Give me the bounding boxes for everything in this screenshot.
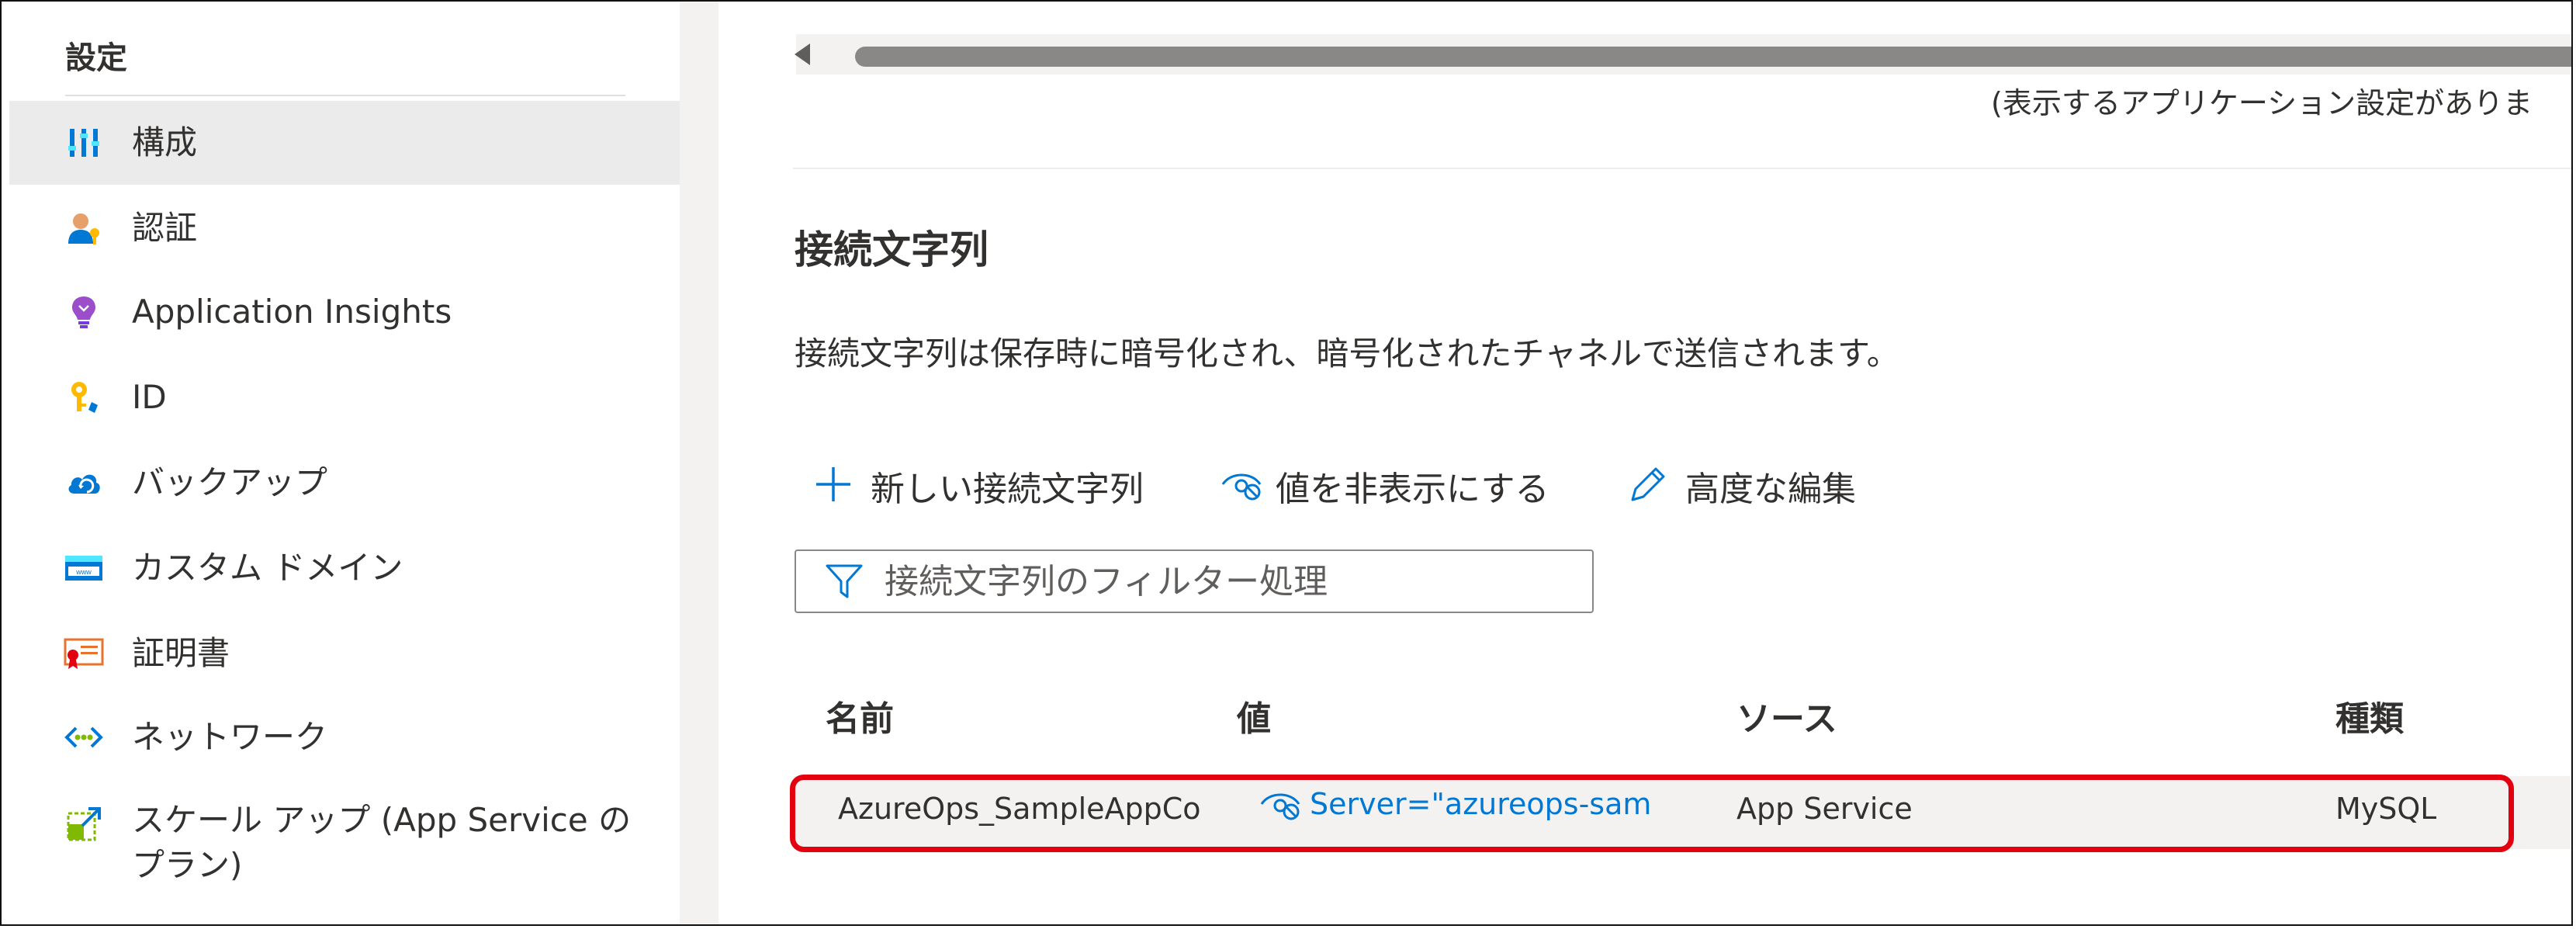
sidebar-divider — [65, 95, 625, 96]
sidebar-item-label: ネットワーク — [132, 718, 328, 756]
sidebar-item-label: 認証 — [132, 209, 198, 247]
section-title: 接続文字列 — [795, 227, 989, 272]
sidebar-item-configuration[interactable]: 構成 — [9, 101, 680, 185]
cell-value-text: Server="azureops-sampleap — [1310, 787, 1650, 821]
toolbar-label: 値を非表示にする — [1276, 470, 1549, 509]
section-description: 接続文字列は保存時に暗号化され、暗号化されたチャネルで送信されます。 — [795, 335, 1899, 373]
sidebar-item-certificate[interactable]: 証明書 — [9, 612, 680, 695]
sidebar-item-network[interactable]: ネットワーク — [9, 695, 680, 779]
certificate-icon — [64, 633, 104, 674]
scroll-left-icon[interactable] — [795, 43, 810, 65]
sidebar-item-label: バックアップ — [132, 463, 328, 501]
settings-sidebar: 設定 構成 認証 Application Insights ID バックアップ … — [2, 2, 680, 924]
custom-domain-icon: www — [64, 548, 104, 588]
sidebar-item-custom-domain[interactable]: www カスタム ドメイン — [9, 526, 680, 610]
column-header-name[interactable]: 名前 — [826, 691, 894, 740]
cell-source: App Service — [1736, 792, 1913, 826]
window-frame: 設定 構成 認証 Application Insights ID バックアップ … — [0, 0, 2573, 926]
sidebar-gutter — [680, 2, 718, 924]
sidebar-item-backup[interactable]: バックアップ — [9, 441, 680, 525]
hide-values-button[interactable]: 値を非表示にする — [1221, 458, 1549, 514]
sidebar-item-label: カスタム ドメイン — [132, 549, 403, 587]
sidebar-item-authentication[interactable]: 認証 — [9, 186, 680, 270]
sidebar-item-label: スケール アップ (App Service のプラン) — [132, 801, 632, 884]
sidebar-item-identity[interactable]: ID — [9, 355, 680, 439]
cell-value[interactable]: Server="azureops-sampleap — [1260, 787, 1650, 821]
sidebar-item-label: Application Insights — [132, 293, 452, 331]
filter-icon — [824, 561, 864, 601]
add-icon — [813, 464, 853, 508]
column-header-value[interactable]: 値 — [1237, 691, 1271, 740]
section-divider — [793, 168, 2571, 169]
eye-hide-icon — [1221, 467, 1265, 504]
application-insights-icon — [64, 292, 104, 332]
svg-text:www: www — [75, 568, 92, 576]
sidebar-item-label: 構成 — [132, 123, 198, 161]
backup-icon — [64, 463, 104, 503]
toolbar-label: 新しい接続文字列 — [871, 470, 1144, 509]
sidebar-item-scale-up[interactable]: スケール アップ (App Service のプラン) — [9, 781, 680, 897]
scrollbar-thumb[interactable] — [855, 47, 2571, 67]
main-content: (表示するアプリケーション設定がありま 接続文字列 接続文字列は保存時に暗号化さ… — [718, 2, 2571, 924]
authentication-icon — [64, 208, 104, 248]
cell-type: MySQL — [2335, 792, 2437, 826]
network-icon — [64, 717, 104, 757]
sidebar-item-label: 証明書 — [132, 634, 230, 672]
toolbar-label: 高度な編集 — [1685, 470, 1856, 509]
column-header-type[interactable]: 種類 — [2335, 691, 2404, 740]
pencil-icon — [1628, 464, 1668, 508]
advanced-edit-button[interactable]: 高度な編集 — [1628, 458, 1856, 514]
app-settings-empty-message: (表示するアプリケーション設定がありま — [1991, 86, 2533, 120]
scale-up-icon — [64, 804, 104, 844]
filter-box[interactable] — [795, 549, 1594, 613]
column-header-source[interactable]: ソース — [1736, 691, 1837, 740]
eye-hide-icon[interactable] — [1260, 787, 1304, 821]
filter-input[interactable] — [883, 560, 1569, 602]
cell-name[interactable]: AzureOps_SampleAppCon — [838, 792, 1203, 826]
sidebar-item-application-insights[interactable]: Application Insights — [9, 270, 680, 354]
sidebar-item-label: ID — [132, 378, 167, 416]
sidebar-heading: 設定 — [65, 40, 127, 76]
identity-icon — [64, 377, 104, 418]
new-connection-string-button[interactable]: 新しい接続文字列 — [813, 458, 1144, 514]
configuration-icon — [64, 123, 104, 163]
